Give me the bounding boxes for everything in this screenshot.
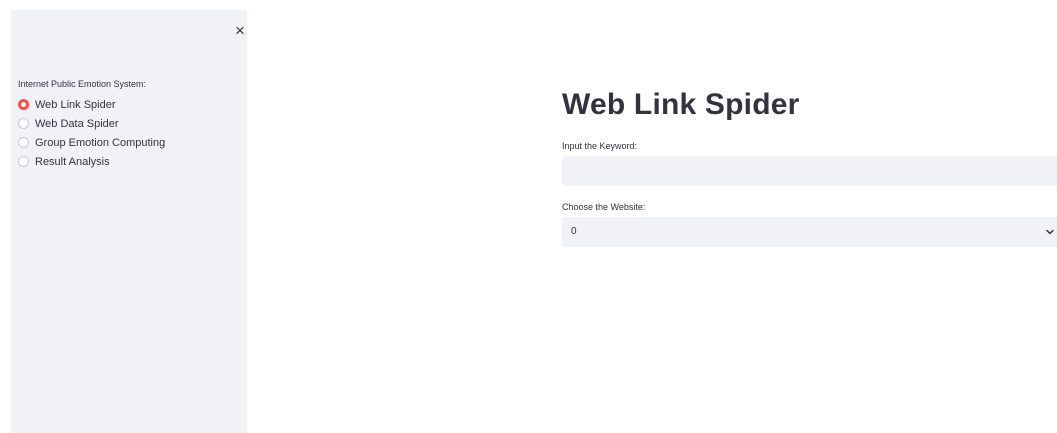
website-select-value: 0 — [571, 226, 577, 237]
radio-option-web-data-spider[interactable]: Web Data Spider — [18, 114, 165, 133]
sidebar: × Internet Public Emotion System: Web Li… — [11, 10, 247, 433]
radio-option-group-emotion-computing[interactable]: Group Emotion Computing — [18, 133, 165, 152]
radio-option-label: Result Analysis — [35, 155, 110, 168]
radio-unselected-icon[interactable] — [18, 137, 29, 148]
keyword-label: Input the Keyword: — [562, 141, 638, 151]
page-title: Web Link Spider — [562, 88, 800, 121]
app-page: × Internet Public Emotion System: Web Li… — [0, 0, 1057, 433]
radio-option-label: Web Link Spider — [35, 98, 116, 111]
radio-selected-icon[interactable] — [18, 99, 29, 110]
radio-option-label: Web Data Spider — [35, 117, 119, 130]
website-select[interactable]: 0 — [562, 217, 1057, 247]
close-icon[interactable]: × — [232, 22, 248, 39]
radio-list: Web Link Spider Web Data Spider Group Em… — [18, 95, 165, 171]
website-label: Choose the Website: — [562, 202, 646, 212]
keyword-input[interactable] — [562, 156, 1057, 186]
radio-option-label: Group Emotion Computing — [35, 136, 166, 149]
radio-option-web-link-spider[interactable]: Web Link Spider — [18, 95, 165, 114]
radio-group-label: Internet Public Emotion System: — [18, 79, 147, 89]
radio-unselected-icon[interactable] — [18, 118, 29, 129]
chevron-down-icon[interactable] — [1045, 227, 1055, 237]
radio-option-result-analysis[interactable]: Result Analysis — [18, 152, 165, 171]
radio-unselected-icon[interactable] — [18, 156, 29, 167]
